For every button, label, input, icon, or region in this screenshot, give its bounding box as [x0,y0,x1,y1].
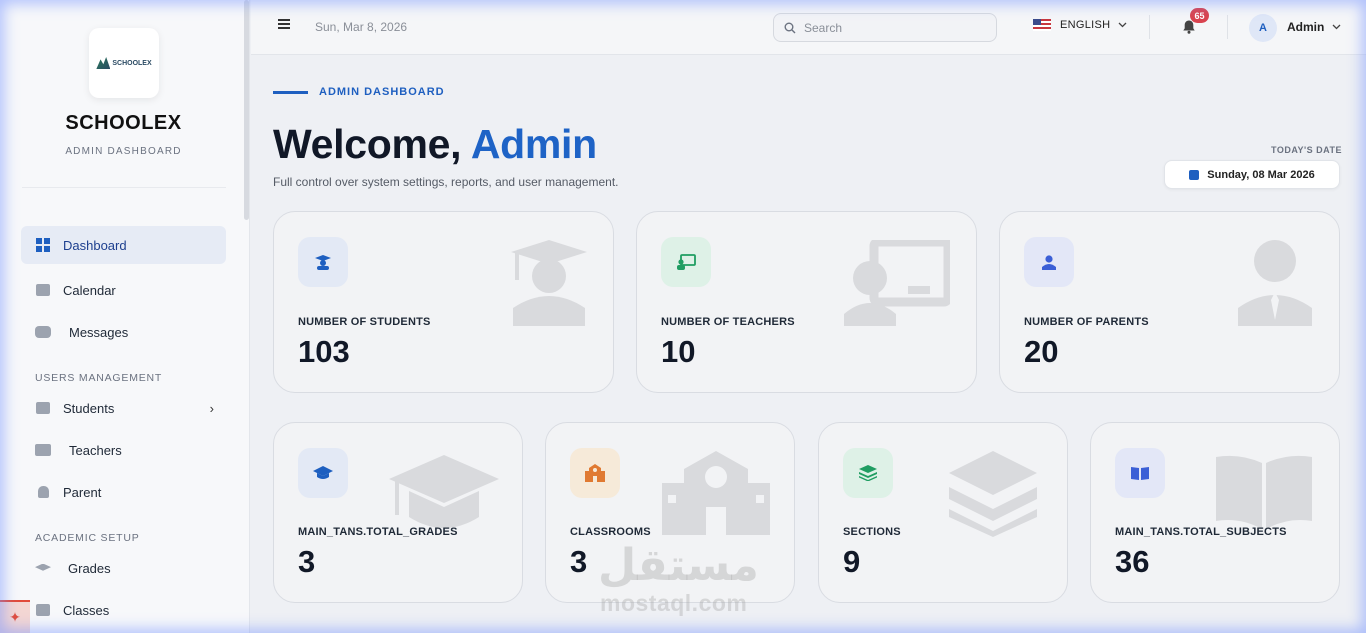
stat-card-subjects[interactable]: MAIN_TANS.TOTAL_SUBJECTS 36 [1090,422,1340,603]
sidebar-item-grades[interactable]: Grades [21,549,226,587]
stat-label: NUMBER OF TEACHERS [661,316,795,328]
sidebar-item-label: Classes [63,602,110,618]
avatar[interactable]: A [1249,14,1277,42]
student-icon [298,237,348,287]
sidebar-item-label: Messages [69,324,129,340]
sidebar-item-teachers[interactable]: Teachers [21,431,226,469]
graduate-silhouette-icon [511,240,587,326]
school-building-silhouette-icon [662,451,770,535]
stat-card-teachers[interactable]: NUMBER OF TEACHERS 10 [636,211,977,393]
sidebar-item-label: Parent [63,484,102,500]
menu-toggle-icon[interactable] [278,19,290,29]
user-menu[interactable]: Admin [1287,20,1341,34]
watermark-arabic: مستقل [598,541,759,590]
chevron-right-icon: › [209,400,214,416]
today-date: Sunday, 08 Mar 2026 [1207,168,1315,181]
topbar-separator [1227,15,1228,39]
page-kicker: ADMIN DASHBOARD [319,86,445,98]
stat-value: 3 [570,544,588,579]
search-input[interactable] [804,20,984,35]
stat-card-grades[interactable]: MAIN_TANS.TOTAL_GRADES 3 [273,422,523,603]
messages-icon [35,325,51,339]
graduation-cap-icon [298,448,348,498]
calendar-icon [1189,169,1200,180]
teacher-board-icon [661,237,711,287]
stat-label: SECTIONS [843,526,901,538]
layers-silhouette-icon [949,451,1037,537]
open-book-silhouette-icon [1216,455,1312,529]
welcome-prefix: Welcome, [273,121,462,167]
stat-value: 10 [661,334,696,369]
sidebar-item-label: Grades [68,560,111,576]
stat-value: 103 [298,334,350,369]
teacher-board-silhouette-icon [844,240,950,326]
stat-value: 20 [1024,334,1059,369]
graduation-cap-icon [35,561,51,575]
sidebar-item-messages[interactable]: Messages [21,313,226,351]
topbar-date: Sun, Mar 8, 2026 [315,20,408,34]
brand-title: SCHOOLEX [65,112,182,134]
sidebar: SCHOOLEX SCHOOLEX ADMIN DASHBOARD Dashbo… [0,0,250,633]
students-icon [35,401,51,415]
calendar-icon [35,283,51,297]
us-flag-icon [1033,19,1051,31]
watermark-latin: mostaql.com [600,590,748,616]
sidebar-item-label: Calendar [63,282,116,298]
parent-icon [35,485,51,499]
page-title: Welcome, Admin [273,121,597,168]
section-label-users: USERS MANAGEMENT [35,372,163,384]
search-box[interactable] [773,13,997,42]
sidebar-item-label: Dashboard [63,237,127,253]
stat-card-students[interactable]: NUMBER OF STUDENTS 103 [273,211,614,393]
sidebar-item-dashboard[interactable]: Dashboard [21,226,226,264]
brand-subtitle: ADMIN DASHBOARD [65,146,182,157]
today-date-pill: Sunday, 08 Mar 2026 [1164,160,1340,189]
laravel-debug-icon[interactable]: ✦ [0,600,30,633]
school-building-icon [570,448,620,498]
stat-card-parents[interactable]: NUMBER OF PARENTS 20 [999,211,1340,393]
stat-label: NUMBER OF STUDENTS [298,316,431,328]
stat-value: 9 [843,544,861,579]
layers-icon [843,448,893,498]
chevron-down-icon [1118,22,1127,28]
graduation-cap-silhouette-icon [389,455,499,528]
notification-count-badge: 65 [1190,8,1209,23]
logo-text: SCHOOLEX [112,59,152,67]
stat-label: MAIN_TANS.TOTAL_SUBJECTS [1115,526,1287,538]
sidebar-item-label: Teachers [69,442,122,458]
language-label: ENGLISH [1060,19,1111,31]
search-icon [784,22,796,33]
chevron-down-icon [1332,24,1341,30]
topbar-separator [1149,15,1150,39]
classes-icon [35,603,51,617]
welcome-name: Admin [470,121,597,167]
topbar: Sun, Mar 8, 2026 ENGLISH 65 A Admin [251,0,1366,55]
stat-label: NUMBER OF PARENTS [1024,316,1149,328]
dashboard-grid-icon [35,238,51,252]
sidebar-item-calendar[interactable]: Calendar [21,271,226,309]
book-icon [1115,448,1165,498]
today-label: TODAY'S DATE [1271,145,1342,155]
section-label-academic: ACADEMIC SETUP [35,532,140,544]
sidebar-item-parent[interactable]: Parent [21,473,226,511]
kicker-line [273,91,308,94]
businessman-silhouette-icon [1238,240,1312,326]
sidebar-item-students[interactable]: Students › [21,389,226,427]
school-logo: SCHOOLEX [89,28,159,98]
language-selector[interactable]: ENGLISH [1033,19,1127,31]
parent-icon [1024,237,1074,287]
stat-label: CLASSROOMS [570,526,651,538]
teachers-icon [35,443,51,457]
user-name: Admin [1287,20,1325,34]
sidebar-item-label: Students [63,400,115,416]
stat-card-sections[interactable]: SECTIONS 9 [818,422,1068,603]
sidebar-item-classes[interactable]: Classes [21,591,226,629]
stat-value: 36 [1115,544,1150,579]
stat-label: MAIN_TANS.TOTAL_GRADES [298,526,458,538]
stat-value: 3 [298,544,316,579]
page-subtitle: Full control over system settings, repor… [273,175,619,189]
sidebar-scrollbar[interactable] [244,0,249,220]
sidebar-divider [22,187,226,188]
